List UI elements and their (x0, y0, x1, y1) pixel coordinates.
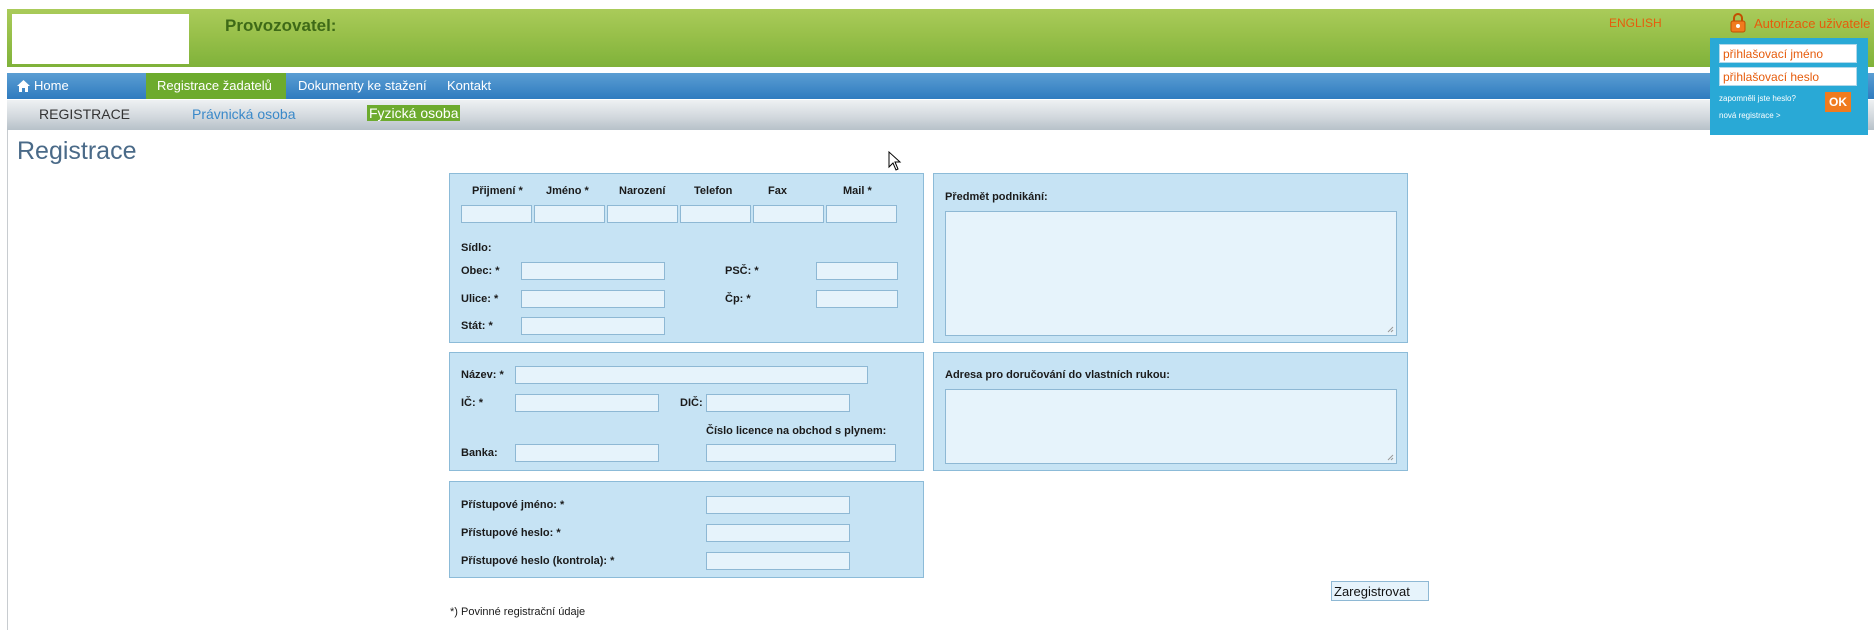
address-heading: Sídlo: (461, 242, 492, 254)
nav-item-registrace[interactable]: Registrace žadatelů (146, 73, 286, 99)
country-label: Stát: * (461, 320, 493, 332)
access-username-label: Přístupové jméno: * (461, 499, 565, 511)
site-header: Provozovatel: ENGLISH Autorizace uživate… (7, 9, 1874, 67)
home-icon (17, 80, 30, 92)
resize-grip-icon[interactable] (1387, 454, 1394, 461)
subnav-item-fyzicka-osoba[interactable]: Fyzická osoba (367, 105, 461, 121)
sub-nav: REGISTRACE Právnická osoba Fyzická osoba (7, 100, 1874, 130)
license-input[interactable] (706, 444, 896, 462)
required-fields-note: *) Povinné registrační údaje (450, 606, 586, 618)
login-panel: zapomněli jste heslo? nová registrace > … (1710, 38, 1868, 135)
birthdate-input[interactable] (607, 205, 678, 223)
column-prijmeni: Přijmení * (472, 185, 523, 197)
delivery-address-box: Adresa pro doručování do vlastních rukou… (933, 352, 1408, 471)
access-password-confirm-label: Přístupové heslo (kontrola): * (461, 555, 615, 567)
new-registration-link[interactable]: nová registrace > (1719, 111, 1781, 120)
operator-label: Provozovatel: (225, 16, 337, 35)
zip-input[interactable] (816, 262, 898, 280)
city-label: Obec: * (461, 265, 500, 277)
column-telefon: Telefon (694, 185, 733, 197)
logo (12, 14, 189, 64)
fax-input[interactable] (753, 205, 824, 223)
street-input[interactable] (521, 290, 665, 308)
bank-input[interactable] (515, 444, 659, 462)
nav-item-home[interactable]: Home (17, 73, 69, 99)
main-nav: Home Registrace žadatelů Dokumenty ke st… (7, 73, 1874, 99)
nav-home-label: Home (34, 78, 69, 93)
business-subject-label: Předmět podnikání: (945, 191, 1048, 203)
nav-item-kontakt[interactable]: Kontakt (447, 73, 491, 99)
firstname-input[interactable] (534, 205, 605, 223)
ic-label: IČ: * (461, 397, 483, 409)
language-link[interactable]: ENGLISH (1609, 16, 1662, 30)
login-ok-button[interactable]: OK (1825, 92, 1851, 112)
house-number-input[interactable] (816, 290, 898, 308)
city-input[interactable] (521, 262, 665, 280)
subnav-item-pravnicka-osoba[interactable]: Právnická osoba (192, 106, 296, 122)
nav-item-dokumenty[interactable]: Dokumenty ke stažení (298, 73, 427, 99)
business-subject-box: Předmět podnikání: (933, 173, 1408, 343)
access-info-box: Přístupové jméno: * Přístupové heslo: * … (449, 481, 924, 578)
dic-input[interactable] (706, 394, 850, 412)
column-narozeni: Narození (619, 185, 666, 197)
country-input[interactable] (521, 317, 665, 335)
surname-input[interactable] (461, 205, 532, 223)
subnav-item-registrace[interactable]: REGISTRACE (39, 106, 130, 122)
street-label: Ulice: * (461, 293, 499, 305)
column-fax: Fax (768, 185, 787, 197)
column-mail: Mail * (843, 185, 872, 197)
business-subject-textarea[interactable] (945, 211, 1397, 336)
auth-title: Autorizace uživatele (1754, 16, 1871, 31)
mail-input[interactable] (826, 205, 897, 223)
house-number-label: Čp: * (725, 293, 751, 305)
delivery-address-label: Adresa pro doručování do vlastních rukou… (945, 369, 1170, 381)
personal-info-box: Přijmení * Jméno * Narození Telefon Fax … (449, 173, 924, 343)
dic-label: DIČ: (680, 397, 703, 409)
access-password-input[interactable] (706, 524, 850, 542)
delivery-address-textarea[interactable] (945, 389, 1397, 464)
zip-label: PSČ: * (725, 265, 759, 277)
column-jmeno: Jméno * (546, 185, 589, 197)
license-label: Číslo licence na obchod s plynem: (706, 425, 887, 437)
forgot-password-link[interactable]: zapomněli jste heslo? (1719, 94, 1796, 103)
ic-input[interactable] (515, 394, 659, 412)
login-password-input[interactable] (1719, 67, 1857, 86)
access-password-label: Přístupové heslo: * (461, 527, 561, 539)
phone-input[interactable] (680, 205, 751, 223)
mouse-cursor-icon (888, 151, 902, 171)
company-name-label: Název: * (461, 369, 504, 381)
lock-icon (1730, 13, 1746, 33)
company-name-input[interactable] (515, 366, 868, 384)
login-username-input[interactable] (1719, 44, 1857, 63)
page-title: Registrace (17, 137, 137, 165)
register-button[interactable]: Zaregistrovat (1331, 581, 1429, 601)
resize-grip-icon[interactable] (1387, 326, 1394, 333)
access-username-input[interactable] (706, 496, 850, 514)
bank-label: Banka: (461, 447, 498, 459)
access-password-confirm-input[interactable] (706, 552, 850, 570)
company-info-box: Název: * IČ: * DIČ: Číslo licence na obc… (449, 352, 924, 471)
frame-divider (7, 130, 8, 630)
